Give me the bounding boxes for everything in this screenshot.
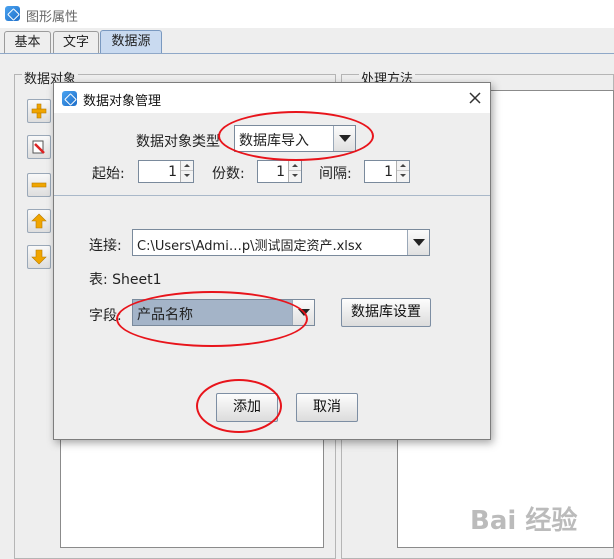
start-decrement-button[interactable] — [181, 171, 193, 181]
dialog-app-icon — [62, 91, 77, 106]
connection-dropdown-arrow[interactable] — [407, 230, 429, 255]
object-type-value: 数据库导入 — [239, 133, 309, 149]
cancel-button[interactable]: 取消 — [296, 393, 358, 422]
close-icon — [469, 92, 481, 104]
copies-label: 份数: — [212, 166, 245, 182]
dialog-separator — [54, 195, 490, 196]
copies-stepper-buttons — [288, 161, 301, 182]
window-title-bar — [0, 0, 614, 28]
move-up-icon — [31, 213, 47, 229]
database-settings-button[interactable]: 数据库设置 — [341, 298, 431, 327]
field-value: 产品名称 — [137, 307, 193, 323]
start-stepper[interactable]: 1 — [138, 160, 194, 183]
chevron-down-icon — [413, 239, 425, 246]
dialog-close-button[interactable] — [464, 87, 486, 109]
add-icon — [31, 103, 47, 119]
edit-icon — [32, 140, 45, 154]
tab-data-source[interactable]: 数据源 — [100, 30, 162, 54]
start-label: 起始: — [92, 166, 125, 182]
object-type-dropdown-arrow[interactable] — [333, 126, 355, 151]
start-value: 1 — [168, 164, 177, 180]
interval-stepper[interactable]: 1 — [364, 160, 410, 183]
interval-label: 间隔: — [319, 166, 352, 182]
move-down-icon — [31, 249, 47, 265]
copies-value: 1 — [276, 164, 285, 180]
watermark: Bai 经验 — [470, 506, 578, 536]
interval-increment-button[interactable] — [397, 161, 409, 171]
move-down-button[interactable] — [27, 245, 51, 269]
start-increment-button[interactable] — [181, 161, 193, 171]
move-up-button[interactable] — [27, 209, 51, 233]
chevron-down-icon — [339, 135, 351, 142]
interval-decrement-button[interactable] — [397, 171, 409, 181]
remove-icon — [31, 182, 47, 188]
field-label: 字段: — [89, 308, 122, 324]
dialog-title: 数据对象管理 — [83, 94, 162, 109]
interval-value: 1 — [384, 164, 393, 180]
field-select[interactable]: 产品名称 — [132, 299, 315, 326]
copies-decrement-button[interactable] — [289, 171, 301, 181]
object-type-select[interactable]: 数据库导入 — [234, 125, 356, 152]
tab-divider — [0, 53, 614, 54]
edit-object-button[interactable] — [27, 135, 51, 159]
connection-label: 连接: — [89, 238, 122, 254]
object-type-label: 数据对象类型 — [136, 134, 220, 150]
app-icon — [5, 6, 20, 21]
connection-value: C:\Users\Admi…p\测试固定资产.xlsx — [137, 239, 363, 254]
tab-basic[interactable]: 基本 — [4, 31, 51, 54]
data-object-manager-dialog: 数据对象管理 数据对象类型 数据库导入 起始: 1 份数: 1 间隔: 1 连接… — [53, 82, 491, 440]
remove-object-button[interactable] — [27, 173, 51, 197]
copies-stepper[interactable]: 1 — [257, 160, 302, 183]
connection-select[interactable]: C:\Users\Admi…p\测试固定资产.xlsx — [132, 229, 430, 256]
copies-increment-button[interactable] — [289, 161, 301, 171]
tab-text[interactable]: 文字 — [53, 31, 99, 54]
add-object-button[interactable] — [27, 99, 51, 123]
add-button[interactable]: 添加 — [216, 393, 278, 422]
interval-stepper-buttons — [396, 161, 409, 182]
chevron-down-icon — [298, 309, 310, 316]
start-stepper-buttons — [180, 161, 193, 182]
table-name-text: 表: Sheet1 — [89, 272, 162, 288]
field-dropdown-arrow[interactable] — [292, 300, 314, 325]
window-title: 图形属性 — [26, 10, 79, 25]
